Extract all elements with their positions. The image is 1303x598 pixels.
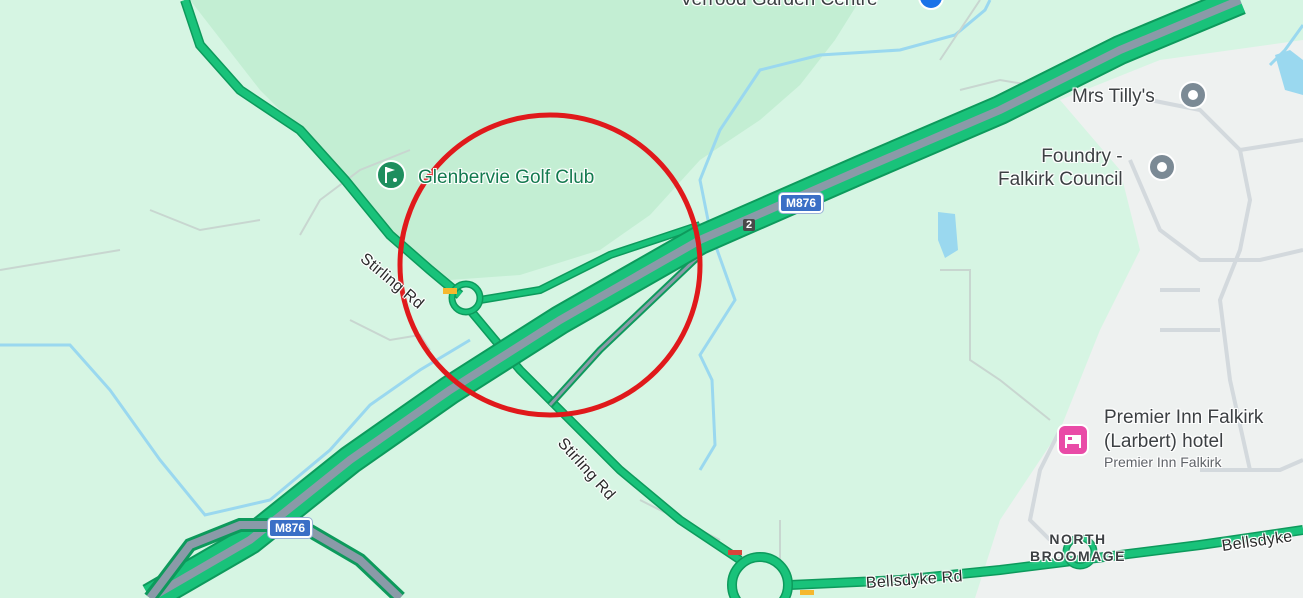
hotel-label-line2: (Larbert) hotel <box>1104 431 1224 452</box>
foundry-pin-icon[interactable] <box>1146 151 1178 183</box>
hotel-label[interactable]: Premier Inn Falkirk (Larbert) hotel Prem… <box>1104 406 1263 470</box>
garden-centre-pin-icon[interactable] <box>916 0 948 14</box>
foundry-label-line1: Foundry - <box>1041 146 1123 167</box>
map-canvas[interactable]: Verrood Garden Centre Glenbervie Golf Cl… <box>0 0 1303 598</box>
m876-shield-bottom: M876 <box>268 518 313 538</box>
golf-icon[interactable] <box>375 159 407 191</box>
area-label-line1: NORTH <box>1049 531 1107 547</box>
golf-club-label[interactable]: Glenbervie Golf Club <box>418 167 594 189</box>
m876-shield-top: M876 <box>779 193 824 213</box>
hotel-icon[interactable] <box>1056 423 1089 456</box>
foundry-label[interactable]: Foundry - Falkirk Council <box>998 145 1123 191</box>
foundry-label-line2: Falkirk Council <box>998 169 1123 190</box>
mrs-tillys-label[interactable]: Mrs Tilly's <box>1072 85 1155 108</box>
north-broomage-area-label: NORTH BROOMAGE <box>1030 531 1126 565</box>
mrs-tillys-pin-icon[interactable] <box>1177 79 1209 111</box>
hotel-label-sub: Premier Inn Falkirk <box>1104 454 1222 470</box>
garden-centre-label[interactable]: Verrood Garden Centre <box>680 0 878 11</box>
area-label-line2: BROOMAGE <box>1030 548 1126 564</box>
hotel-label-line1: Premier Inn Falkirk <box>1104 407 1264 428</box>
junction-number-badge: 2 <box>743 219 756 231</box>
